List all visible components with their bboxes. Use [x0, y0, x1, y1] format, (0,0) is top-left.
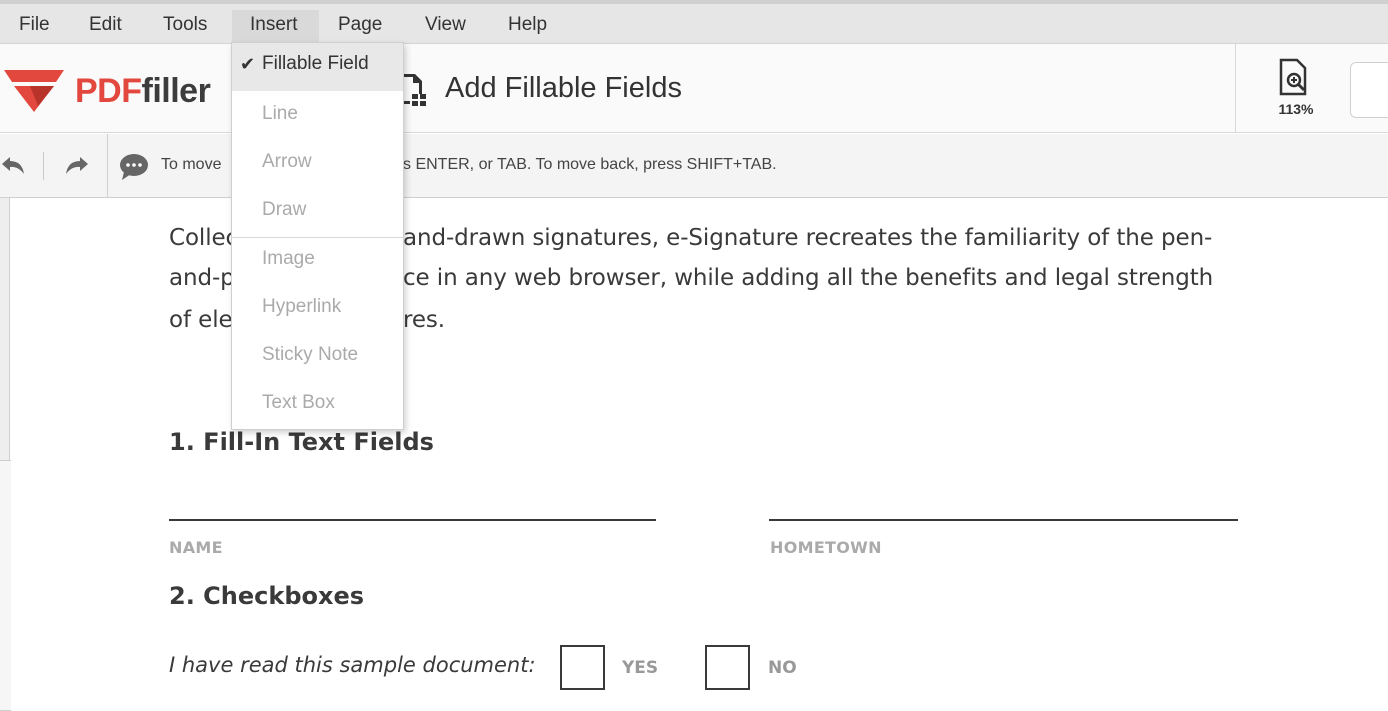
yes-label: YES	[622, 658, 659, 678]
toolbar: To move s ENTER, or TAB. To move back, p…	[0, 134, 1388, 198]
paragraph-line-3: of ele res.	[169, 307, 445, 333]
checkbox-prompt: I have read this sample document:	[169, 653, 536, 677]
yes-checkbox[interactable]	[560, 645, 605, 690]
menu-item-arrow[interactable]: Arrow	[232, 141, 403, 189]
zoom-level: 113%	[1278, 101, 1314, 117]
paragraph-line-1-left: Collec	[169, 225, 239, 251]
paragraph-line-1: Collec and-drawn signatures, e-Signature …	[169, 225, 1212, 251]
tool-title: Add Fillable Fields	[445, 72, 682, 104]
hometown-field[interactable]	[769, 519, 1238, 521]
zoom-button[interactable]: 113%	[1266, 58, 1326, 120]
menu-insert[interactable]: Insert	[232, 10, 319, 46]
hometown-label: HOMETOWN	[770, 538, 882, 557]
menu-tools[interactable]: Tools	[163, 10, 207, 46]
menu-item-image[interactable]: Image	[232, 238, 403, 286]
paragraph-line-2-right: ce in any web browser, while adding all …	[403, 265, 1214, 291]
menu-bar: File Edit Tools Insert Page View Help	[0, 0, 1388, 46]
section-title-text-fields: 1. Fill-In Text Fields	[169, 428, 434, 456]
header-action-button[interactable]	[1350, 62, 1388, 118]
menu-item-fillable-field[interactable]: ✔ Fillable Field	[232, 43, 403, 91]
menu-page[interactable]: Page	[338, 10, 382, 46]
no-label: NO	[768, 658, 797, 678]
toolbar-divider	[43, 152, 44, 180]
redo-icon[interactable]	[60, 154, 90, 178]
menu-item-draw[interactable]: Draw	[232, 189, 403, 237]
pdffiller-logo-icon	[4, 70, 64, 112]
insert-menu-dropdown: ✔ Fillable Field Line Arrow Draw Image H…	[231, 42, 404, 430]
paragraph-line-2: and-p ce in any web browser, while adding…	[169, 265, 1213, 291]
toolbar-divider	[107, 134, 108, 198]
hint-text-right: s ENTER, or TAB. To move back, press SHI…	[403, 156, 777, 173]
logo-filler: filler	[141, 72, 211, 110]
checkmark-icon: ✔	[240, 54, 256, 74]
menu-file[interactable]: File	[19, 10, 50, 46]
paragraph-line-1-right: and-drawn signatures, e-Signature recrea…	[403, 225, 1213, 251]
paragraph-line-3-left: of ele	[169, 307, 233, 333]
undo-icon[interactable]	[0, 154, 30, 178]
document-page: Collec and-drawn signatures, e-Signature …	[11, 199, 1388, 711]
section-title-checkboxes: 2. Checkboxes	[169, 582, 365, 610]
logo-text: PDFfiller	[75, 72, 211, 111]
hint-text-left: To move	[161, 156, 222, 173]
name-label: NAME	[169, 538, 223, 557]
menu-help[interactable]: Help	[508, 10, 547, 46]
zoom-page-icon	[1279, 58, 1307, 96]
menu-item-line[interactable]: Line	[232, 93, 403, 141]
divider	[1235, 44, 1236, 133]
menu-view[interactable]: View	[425, 10, 466, 46]
logo-pdf: PDF	[75, 72, 142, 110]
no-checkbox[interactable]	[705, 645, 750, 690]
menu-edit[interactable]: Edit	[89, 10, 122, 46]
paragraph-line-3-right: res.	[403, 307, 445, 333]
name-field[interactable]	[169, 519, 656, 521]
menu-item-hyperlink[interactable]: Hyperlink	[232, 286, 403, 334]
menu-item-text-box[interactable]: Text Box	[232, 382, 403, 430]
speech-bubble-icon	[120, 154, 148, 180]
menu-item-fillable-field-label: Fillable Field	[262, 53, 369, 74]
menu-item-sticky-note[interactable]: Sticky Note	[232, 334, 403, 382]
header-bar: PDFfiller Add Fillable Fields 113%	[0, 44, 1388, 133]
paragraph-line-2-left: and-p	[169, 265, 235, 291]
